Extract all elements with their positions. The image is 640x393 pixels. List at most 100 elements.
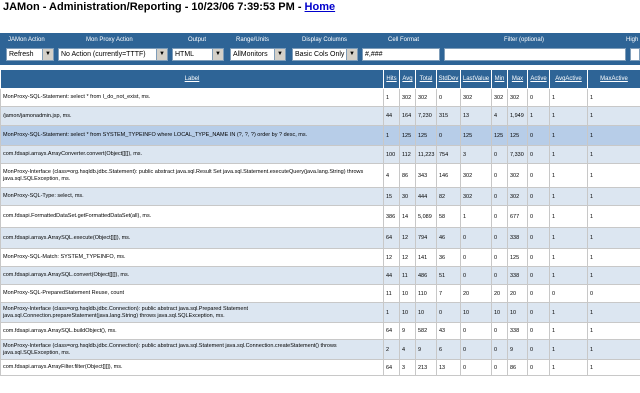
filter-label: Filter (optional) — [504, 37, 545, 43]
table-row[interactable]: com.fdsapi.arrays.ArraySQL.buildObject()… — [0, 322, 640, 340]
cell-min: 0 — [491, 205, 508, 228]
output-select[interactable]: HTML ▼ — [172, 48, 224, 61]
cell-total: 343 — [415, 163, 437, 188]
cell-avgactive: 1 — [549, 145, 588, 164]
cell-stddev: 0 — [436, 125, 461, 146]
table-row[interactable]: MonProxy-SQL-Match: SYSTEM_TYPEINFO, ms.… — [0, 248, 640, 267]
cell-label: MonProxy-Interface (class=org.hsqldb.jdb… — [0, 302, 384, 323]
cell-total: 5,089 — [415, 205, 437, 228]
output-value: HTML — [175, 51, 195, 58]
cell-stddev: 51 — [436, 266, 461, 285]
cell-max: 20 — [507, 284, 528, 303]
cell-active: 0 — [527, 205, 550, 228]
column-header-active[interactable]: Active — [527, 69, 550, 89]
cell-max: 1,949 — [507, 106, 528, 126]
cell-label: com.fdsapi.FormattedDataSet.getFormatted… — [0, 205, 384, 228]
table-row[interactable]: /jamon/jamonadmin.jsp, ms. 44 164 7,230 315 1… — [0, 106, 640, 126]
column-header-lastvalue[interactable]: LastValue — [460, 69, 492, 89]
cell-maxactive: 1 — [587, 106, 640, 126]
cell-max: 302 — [507, 163, 528, 188]
column-header-total[interactable]: Total — [415, 69, 437, 89]
cell-max: 677 — [507, 205, 528, 228]
cell-max: 338 — [507, 227, 528, 249]
column-header-max[interactable]: Max — [507, 69, 528, 89]
proxy-action-label: Mon Proxy Action — [86, 37, 133, 43]
cell-stddev: 58 — [436, 205, 461, 228]
cell-avg: 11 — [399, 266, 416, 285]
cell-active: 0 — [527, 339, 550, 360]
cell-label: com.fdsapi.arrays.ArraySQL.execute(Objec… — [0, 227, 384, 249]
table-row[interactable]: com.fdsapi.arrays.ArraySQL.execute(Objec… — [0, 227, 640, 249]
cell-avgactive: 1 — [549, 248, 588, 267]
filter-input[interactable] — [444, 48, 626, 61]
display-columns-select[interactable]: Basic Cols Only ▼ — [292, 48, 358, 61]
cell-hits: 64 — [383, 322, 400, 340]
cell-avgactive: 1 — [549, 322, 588, 340]
column-header-avgactive[interactable]: AvgActive — [549, 69, 588, 89]
cell-lastvalue: 0 — [460, 359, 492, 376]
cell-max: 9 — [507, 339, 528, 360]
column-header-label[interactable]: Label — [0, 69, 384, 89]
column-header-stddev[interactable]: StdDev — [436, 69, 461, 89]
page-title: JAMon - Administration/Reporting - 10/23… — [3, 1, 335, 13]
column-header-min[interactable]: Min — [491, 69, 508, 89]
range-select[interactable]: AllMonitors ▼ — [230, 48, 286, 61]
table-row[interactable]: MonProxy-SQL-PreparedStatement Reuse, co… — [0, 284, 640, 303]
cell-active: 0 — [527, 302, 550, 323]
cell-min: 20 — [491, 284, 508, 303]
cell-stddev: 146 — [436, 163, 461, 188]
chevron-down-icon[interactable]: ▼ — [274, 49, 285, 60]
column-header-avg[interactable]: Avg — [399, 69, 416, 89]
cell-label: MonProxy-SQL-Statement: select * from SY… — [0, 125, 384, 146]
table-row[interactable]: com.fdsapi.arrays.ArrayConverter.convert… — [0, 145, 640, 164]
chevron-down-icon[interactable]: ▼ — [346, 49, 357, 60]
cell-lastvalue: 1 — [460, 205, 492, 228]
cell-min: 302 — [491, 88, 508, 107]
cell-active: 1 — [527, 106, 550, 126]
cell-label: MonProxy-SQL-Match: SYSTEM_TYPEINFO, ms. — [0, 248, 384, 267]
table-row[interactable]: MonProxy-Interface (class=org.hsqldb.jdb… — [0, 339, 640, 360]
cell-avg: 10 — [399, 302, 416, 323]
chevron-down-icon[interactable]: ▼ — [42, 49, 53, 60]
home-link[interactable]: Home — [305, 1, 336, 13]
display-columns-value: Basic Cols Only — [295, 51, 345, 58]
cell-maxactive: 1 — [587, 339, 640, 360]
high-input[interactable] — [630, 48, 640, 61]
high-label: High — [626, 37, 639, 43]
cell-min: 10 — [491, 302, 508, 323]
table-row[interactable]: MonProxy-SQL-Type: select, ms. 15 30 444 82 3… — [0, 187, 640, 206]
cell-lastvalue: 0 — [460, 248, 492, 267]
chevron-down-icon[interactable]: ▼ — [156, 49, 167, 60]
cell-label: MonProxy-SQL-Type: select, ms. — [0, 187, 384, 206]
cell-label: com.fdsapi.arrays.ArrayConverter.convert… — [0, 145, 384, 164]
table-row[interactable]: MonProxy-SQL-Statement: select * from I_… — [0, 88, 640, 107]
cell-min: 4 — [491, 106, 508, 126]
cell-avg: 302 — [399, 88, 416, 107]
table-row[interactable]: MonProxy-Interface (class=org.hsqldb.jdb… — [0, 163, 640, 188]
table-row[interactable]: MonProxy-Interface (class=org.hsqldb.jdb… — [0, 302, 640, 323]
proxy-action-select[interactable]: No Action (currently=TTTF) ▼ — [58, 48, 168, 61]
cell-total: 794 — [415, 227, 437, 249]
column-header-hits[interactable]: Hits — [383, 69, 400, 89]
table-row[interactable]: com.fdsapi.arrays.ArrayFilter.filter(Obj… — [0, 359, 640, 376]
table-row[interactable]: com.fdsapi.arrays.ArraySQL.convert(Objec… — [0, 266, 640, 285]
cell-label: com.fdsapi.arrays.ArraySQL.convert(Objec… — [0, 266, 384, 285]
table-row[interactable]: com.fdsapi.FormattedDataSet.getFormatted… — [0, 205, 640, 228]
column-header-maxactive[interactable]: MaxActive — [587, 69, 640, 89]
range-units-label: Range/Units — [236, 37, 270, 43]
jamon-action-label: JAMon Action — [8, 37, 45, 43]
cell-total: 11,223 — [415, 145, 437, 164]
cell-maxactive: 1 — [587, 302, 640, 323]
cell-total: 302 — [415, 88, 437, 107]
jamon-action-select[interactable]: Refresh ▼ — [6, 48, 54, 61]
cell-min: 0 — [491, 187, 508, 206]
cell-total: 110 — [415, 284, 437, 303]
chevron-down-icon[interactable]: ▼ — [212, 49, 223, 60]
table-row[interactable]: MonProxy-SQL-Statement: select * from SY… — [0, 125, 640, 146]
cell-stddev: 36 — [436, 248, 461, 267]
cell-avgactive: 1 — [549, 88, 588, 107]
cell-format-input[interactable]: #,### — [362, 48, 440, 61]
cell-hits: 1 — [383, 125, 400, 146]
cell-maxactive: 1 — [587, 359, 640, 376]
cell-label: MonProxy-SQL-PreparedStatement Reuse, co… — [0, 284, 384, 303]
